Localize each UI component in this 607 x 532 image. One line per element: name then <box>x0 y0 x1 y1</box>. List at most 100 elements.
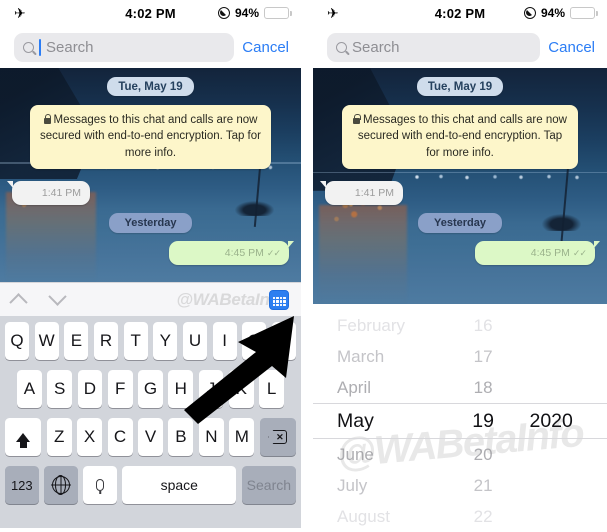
key-w[interactable]: W <box>34 322 59 360</box>
picker-month: June <box>337 444 374 464</box>
picker-day: 20 <box>473 444 493 464</box>
panel-gap <box>301 0 313 532</box>
cancel-button[interactable]: Cancel <box>242 39 289 56</box>
read-receipt-icon: ✓✓ <box>572 247 587 258</box>
dictation-key[interactable] <box>83 466 117 504</box>
phone-left: ✈ 4:02 PM 94% Search Cancel Tue, May 19 … <box>0 0 301 532</box>
date-picker[interactable]: @WABetaInfo February 16 March 17 April 1… <box>313 304 607 532</box>
key-e[interactable]: E <box>64 322 89 360</box>
key-s[interactable]: S <box>47 370 73 408</box>
incoming-bubble[interactable]: 1:41 PM <box>7 180 90 205</box>
search-key[interactable]: Search <box>241 466 296 504</box>
picker-row-above-1[interactable]: February 16 <box>313 310 607 341</box>
text-cursor <box>39 38 41 56</box>
backspace-icon: ✕ <box>268 430 288 444</box>
picker-day: 17 <box>473 346 493 366</box>
message-row-divider: Yesterday <box>10 212 291 233</box>
incoming-time-right: 1:41 PM <box>354 186 394 199</box>
search-input[interactable]: Search <box>14 32 235 62</box>
chat-area-left: Tue, May 19 Messages to this chat and ca… <box>0 68 301 282</box>
key-c[interactable]: C <box>107 418 133 456</box>
key-n[interactable]: N <box>198 418 224 456</box>
lock-icon <box>353 114 361 124</box>
key-i[interactable]: I <box>212 322 237 360</box>
calendar-icon[interactable] <box>269 289 289 310</box>
picker-row-below-1[interactable]: June 20 <box>313 439 607 470</box>
key-d[interactable]: D <box>77 370 103 408</box>
search-input-right[interactable]: Search <box>327 32 541 62</box>
chat-area-right: Tue, May 19 Messages to this chat and ca… <box>313 68 607 304</box>
picker-row-above-2[interactable]: March 17 <box>313 341 607 372</box>
picker-day: 21 <box>473 475 493 495</box>
key-u[interactable]: U <box>182 322 208 360</box>
keyboard-row-3: Z X C V B N M ✕ <box>3 418 298 456</box>
battery-percent-right: 94% <box>540 6 565 20</box>
key-a[interactable]: A <box>16 370 42 408</box>
backspace-key[interactable]: ✕ <box>259 418 297 456</box>
outgoing-time-right: 4:45 PM <box>530 246 570 259</box>
key-o[interactable]: O <box>242 322 267 360</box>
do-not-disturb-icon <box>217 7 230 19</box>
battery-icon <box>264 7 292 19</box>
key-f[interactable]: F <box>107 370 133 408</box>
picker-row-below-3[interactable]: August 22 <box>313 501 607 532</box>
encryption-notice-text: Messages to this chat and calls are now … <box>40 114 261 159</box>
key-k[interactable]: K <box>228 370 254 408</box>
search-icon <box>336 41 347 53</box>
key-z[interactable]: Z <box>46 418 72 456</box>
picker-month: April <box>337 377 372 397</box>
key-y[interactable]: Y <box>153 322 178 360</box>
picker-selected-day: 19 <box>472 409 494 432</box>
numbers-key[interactable]: 123 <box>5 466 39 504</box>
key-b[interactable]: B <box>168 418 194 456</box>
picker-row-selected[interactable]: May 19 2020 <box>313 403 607 439</box>
key-h[interactable]: H <box>168 370 194 408</box>
picker-row-below-2[interactable]: July 21 <box>313 470 607 501</box>
picker-row-above-3[interactable]: April 18 <box>313 372 607 403</box>
shift-key[interactable] <box>5 418 42 456</box>
shift-icon <box>16 432 31 448</box>
key-j[interactable]: J <box>198 370 224 408</box>
cancel-button-right[interactable]: Cancel <box>548 39 595 56</box>
incoming-time: 1:41 PM <box>41 186 81 199</box>
picker-selection-top-line <box>313 403 607 404</box>
message-row-divider-right: Yesterday <box>323 212 597 233</box>
outgoing-time: 4:45 PM <box>224 246 264 259</box>
chevron-up-icon[interactable] <box>9 293 28 312</box>
key-p[interactable]: P <box>271 322 297 360</box>
battery-percent: 94% <box>234 6 259 20</box>
day-pill: Tue, May 19 <box>107 77 194 96</box>
keyboard-row-4: 123 space Search <box>3 466 298 504</box>
search-bar-right: Search Cancel <box>313 26 607 68</box>
key-l[interactable]: L <box>259 370 285 408</box>
picker-month: March <box>337 346 385 366</box>
key-r[interactable]: R <box>93 322 119 360</box>
key-x[interactable]: X <box>77 418 103 456</box>
key-m[interactable]: M <box>229 418 255 456</box>
space-key[interactable]: space <box>122 466 237 504</box>
message-row-outgoing: 4:45 PM ✓✓ <box>10 240 294 265</box>
message-row-outgoing-right: 4:45 PM ✓✓ <box>323 240 600 265</box>
encryption-notice-text-right: Messages to this chat and calls are now … <box>357 114 567 159</box>
status-bar-right: ✈ 4:02 PM 94% <box>313 0 607 26</box>
globe-key[interactable] <box>44 466 78 504</box>
encryption-notice[interactable]: Messages to this chat and calls are now … <box>29 105 272 169</box>
lock-icon <box>43 114 52 124</box>
day-pill-right: Tue, May 19 <box>416 77 504 96</box>
search-placeholder: Search <box>46 38 94 56</box>
incoming-bubble-right[interactable]: 1:41 PM <box>320 180 403 205</box>
picker-month: July <box>337 475 368 495</box>
on-screen-keyboard: Q W E R T Y U I O P A S D F G H J K L Z … <box>0 316 301 528</box>
key-g[interactable]: G <box>138 370 163 408</box>
message-row-incoming: 1:41 PM <box>7 180 291 205</box>
outgoing-bubble-right[interactable]: 4:45 PM ✓✓ <box>475 240 600 265</box>
read-receipt-icon: ✓✓ <box>266 247 281 258</box>
message-row-incoming-right: 1:41 PM <box>320 180 597 205</box>
key-q[interactable]: Q <box>4 322 30 360</box>
key-v[interactable]: V <box>138 418 163 456</box>
do-not-disturb-icon <box>523 7 536 19</box>
encryption-notice-right[interactable]: Messages to this chat and calls are now … <box>342 105 578 169</box>
key-t[interactable]: T <box>123 322 148 360</box>
outgoing-bubble[interactable]: 4:45 PM ✓✓ <box>169 240 294 265</box>
chevron-down-icon[interactable] <box>48 287 67 306</box>
